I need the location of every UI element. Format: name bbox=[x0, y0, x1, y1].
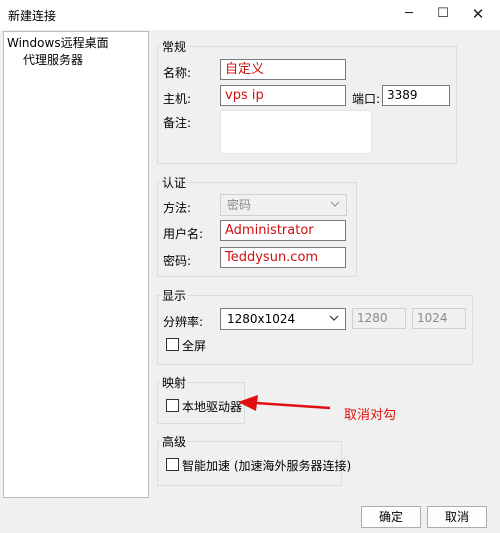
annotation-text: 取消对勾 bbox=[344, 408, 397, 423]
cancel-button[interactable]: 取消 bbox=[427, 506, 487, 528]
advanced-legend: 高级 bbox=[161, 433, 188, 450]
smart-accel-checkbox[interactable] bbox=[166, 458, 179, 471]
ok-button[interactable]: 确定 bbox=[361, 506, 421, 528]
smart-accel-label: 智能加速 (加速海外服务器连接) bbox=[182, 459, 352, 473]
